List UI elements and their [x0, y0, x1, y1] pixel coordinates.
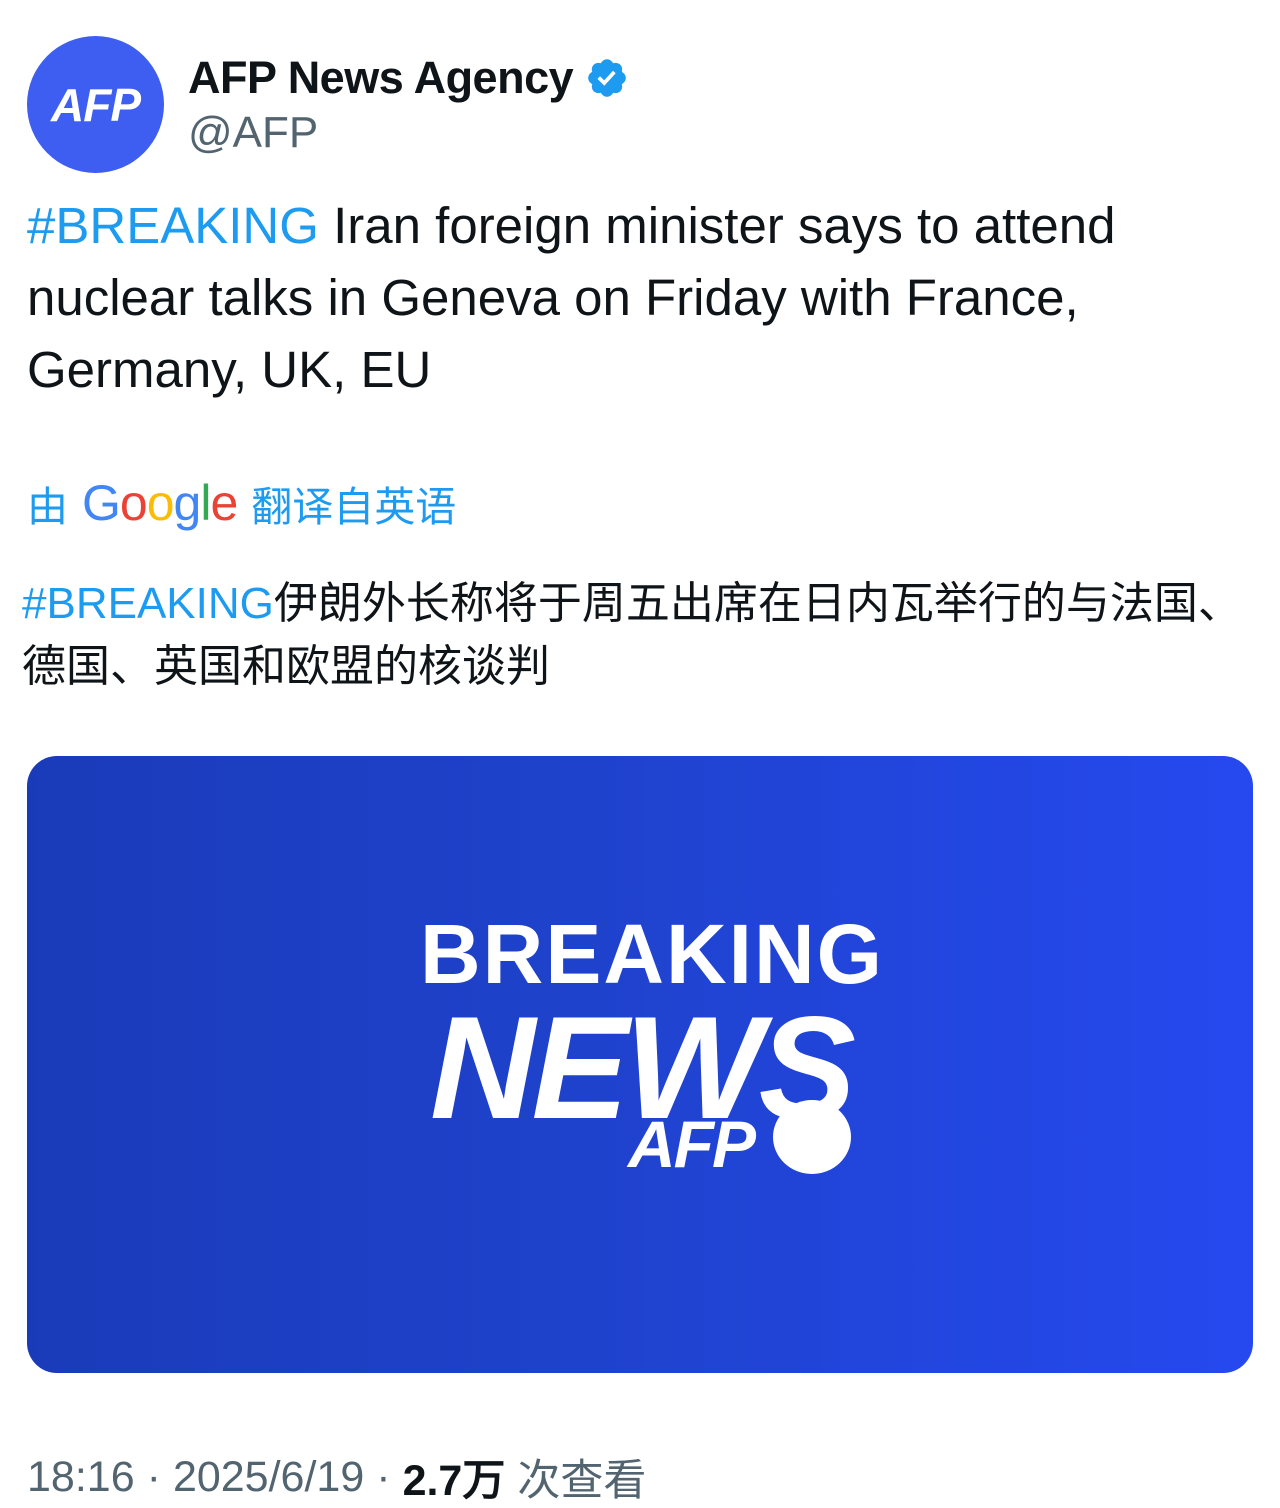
avatar-logo-text: AFP [51, 78, 141, 131]
translation-suffix: 翻译自英语 [251, 484, 457, 530]
views-count: 2.7万 [402, 1457, 506, 1505]
views-label: 次查看 [517, 1457, 647, 1505]
afp-logo-dot-icon [773, 1100, 851, 1174]
tweet-date[interactable]: 2025/6/19 [173, 1453, 364, 1502]
translation-prefix: 由 [27, 484, 68, 530]
google-logo-icon: Google [82, 475, 238, 531]
meta-separator: · [376, 1452, 391, 1501]
tweet-time[interactable]: 18:16 [27, 1453, 135, 1502]
media-afp-logo-text: AFP [628, 1107, 756, 1181]
verified-badge-icon [588, 59, 626, 97]
translated-hashtag-link[interactable]: #BREAKING [22, 579, 274, 628]
tweet-text: #BREAKING Iran foreign minister says to … [27, 190, 1252, 406]
avatar[interactable]: AFP [27, 36, 164, 173]
hashtag-link[interactable]: #BREAKING [27, 197, 319, 254]
author-name-row[interactable]: AFP News Agency [188, 50, 629, 106]
tweet-meta: 18:16 · 2025/6/19 · 2.7万 次查看 [27, 1448, 646, 1506]
author-handle[interactable]: @AFP [188, 108, 318, 158]
meta-separator: · [146, 1452, 161, 1501]
author-display-name[interactable]: AFP News Agency [188, 52, 574, 104]
translation-attribution[interactable]: 由 Google 翻译自英语 [27, 472, 456, 534]
translated-text: #BREAKING伊朗外长称将于周五出席在日内瓦举行的与法国、德国、英国和欧盟的… [22, 572, 1257, 698]
